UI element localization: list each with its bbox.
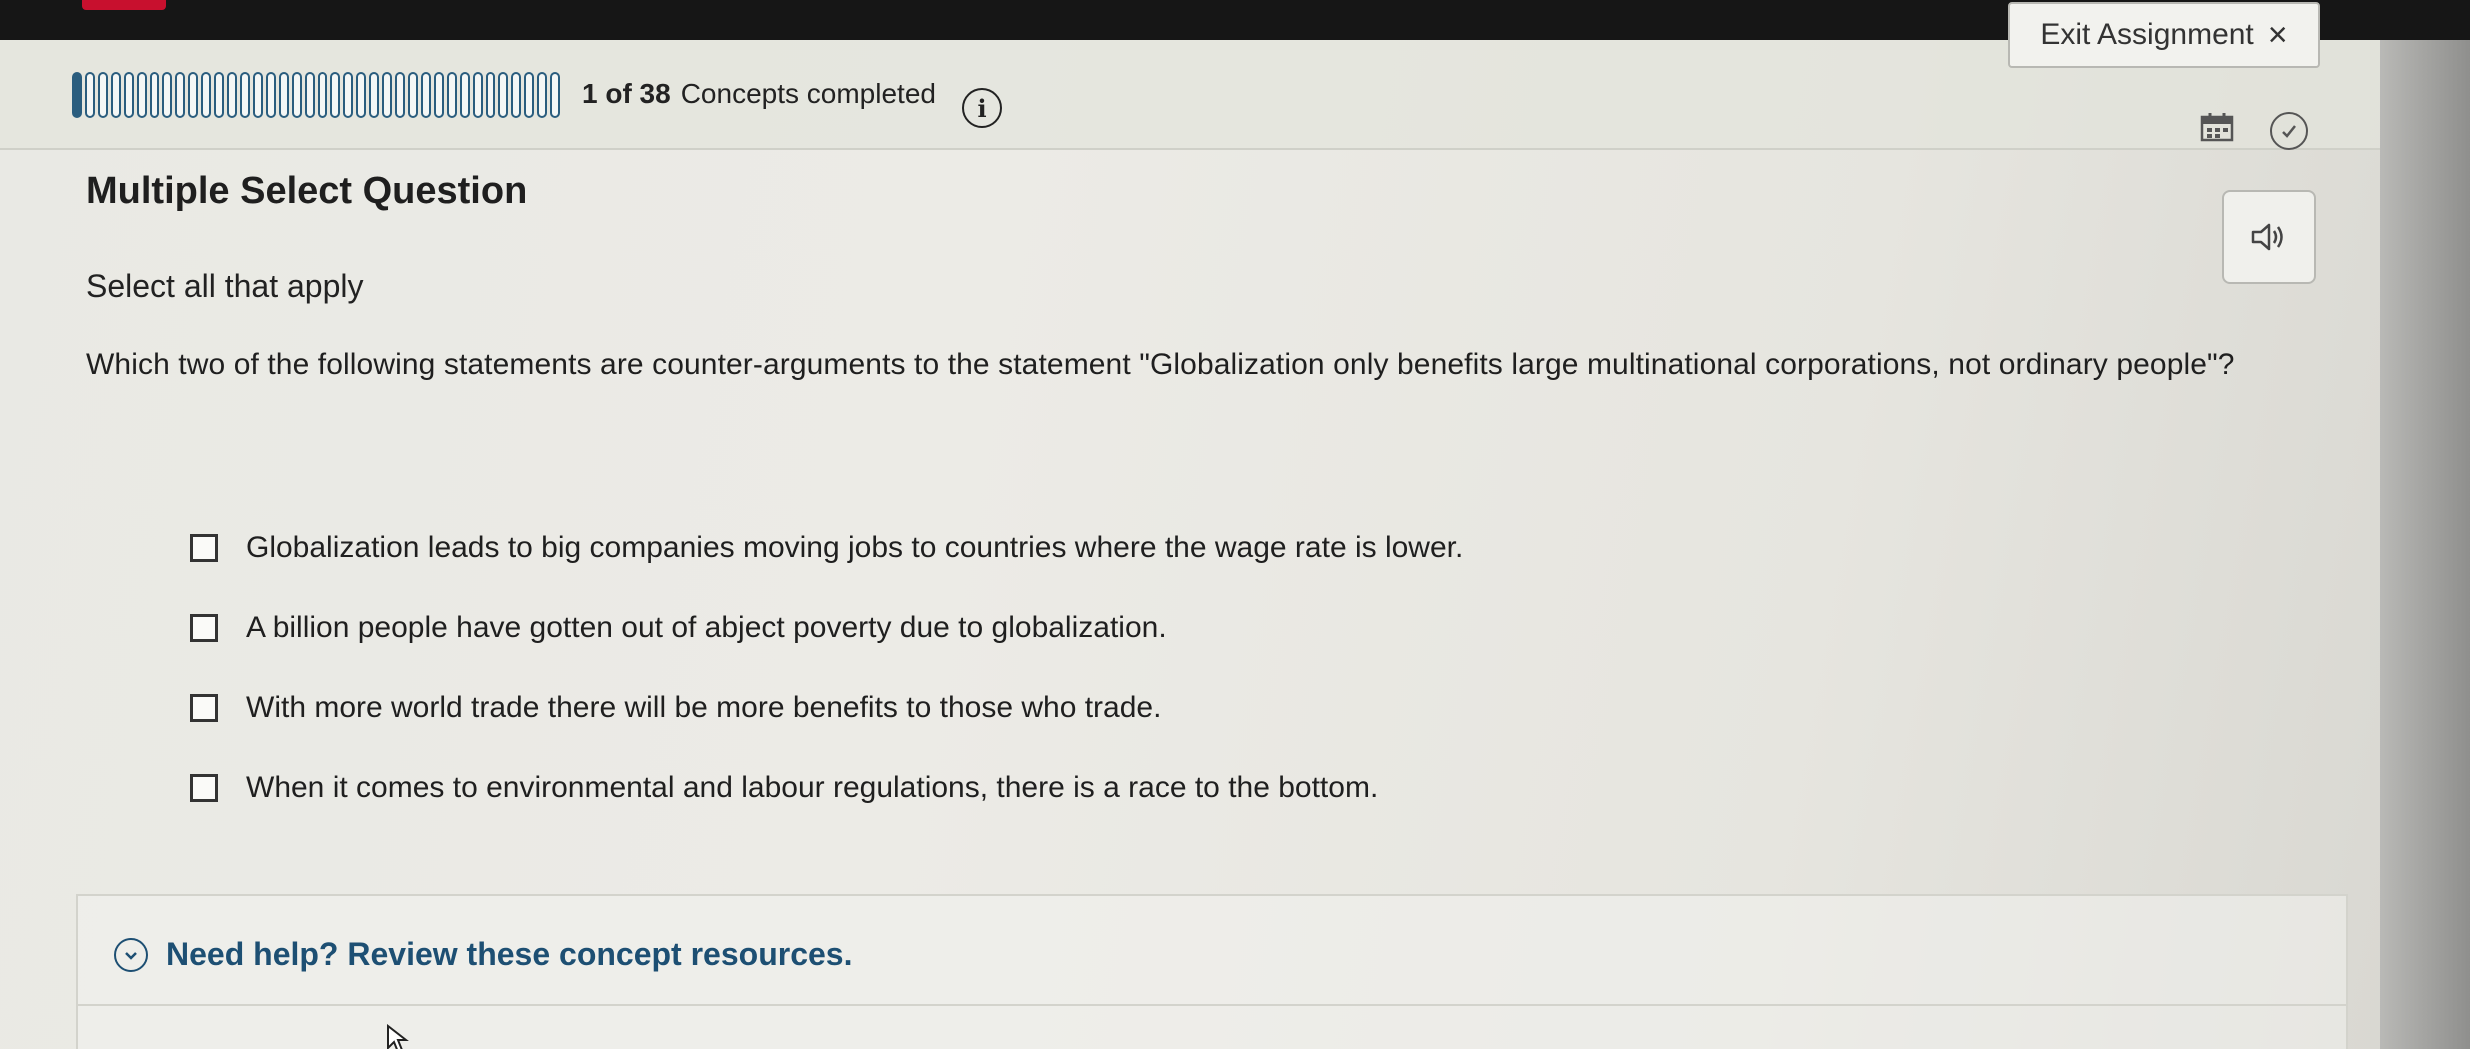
exit-assignment-label: Exit Assignment — [2040, 18, 2254, 51]
info-glyph: i — [977, 93, 987, 123]
close-icon: × — [2267, 16, 2288, 54]
option-checkbox[interactable] — [190, 614, 218, 642]
progress-segment — [395, 72, 405, 118]
progress-segment — [214, 72, 225, 118]
answer-option[interactable]: Globalization leads to big companies mov… — [190, 508, 1463, 588]
answer-option[interactable]: When it comes to environmental and labou… — [190, 748, 1463, 828]
progress-segment — [188, 72, 199, 118]
progress-segment — [175, 72, 186, 118]
chevron-down-icon — [114, 937, 148, 972]
option-checkbox[interactable] — [190, 534, 218, 562]
progress-count: 1 of 38 — [582, 78, 671, 109]
progress-segment — [123, 72, 134, 118]
option-label[interactable]: With more world trade there will be more… — [246, 691, 1161, 725]
concept-progress-bar — [72, 72, 561, 118]
mouse-cursor-icon — [387, 1024, 409, 1049]
read-aloud-button[interactable] — [2222, 190, 2316, 284]
progress-segment — [472, 72, 483, 118]
progress-segment — [485, 72, 496, 118]
progress-segment — [550, 72, 561, 118]
progress-segment — [239, 72, 250, 118]
progress-segment — [343, 72, 354, 118]
info-icon[interactable]: i — [962, 88, 1002, 128]
option-label[interactable]: When it comes to environmental and labou… — [246, 771, 1378, 805]
speaker-icon — [2251, 223, 2283, 251]
answer-option[interactable]: With more world trade there will be more… — [190, 668, 1463, 748]
progress-segment — [291, 72, 302, 118]
help-divider — [78, 1004, 2346, 1006]
progress-segment — [459, 72, 470, 118]
question-prompt: Which two of the following statements ar… — [86, 348, 2235, 381]
progress-segment — [72, 72, 82, 118]
progress-segment — [382, 72, 393, 118]
screen-edge — [2380, 40, 2470, 1049]
progress-segment — [265, 72, 276, 118]
check-circle-icon[interactable] — [2270, 112, 2308, 150]
help-panel: Need help? Review these concept resource… — [76, 894, 2348, 1049]
progress-segment — [162, 72, 173, 118]
progress-segment — [252, 72, 263, 118]
progress-segment — [537, 72, 548, 118]
exit-assignment-button[interactable]: Exit Assignment × — [2008, 2, 2320, 68]
progress-segment — [317, 72, 328, 118]
progress-segment — [420, 72, 431, 118]
progress-segment — [511, 72, 522, 118]
progress-segment — [304, 72, 315, 118]
option-checkbox[interactable] — [190, 774, 218, 802]
progress-segment — [97, 72, 108, 118]
progress-label: Concepts completed — [680, 78, 936, 109]
progress-segment — [84, 72, 95, 118]
progress-segment — [278, 72, 289, 118]
progress-segment — [369, 72, 380, 118]
progress-segment — [498, 72, 509, 118]
calendar-icon[interactable] — [2200, 112, 2234, 142]
answer-options: Globalization leads to big companies mov… — [190, 508, 1463, 828]
progress-segment — [407, 72, 418, 118]
brand-logo — [82, 0, 166, 10]
option-checkbox[interactable] — [190, 694, 218, 722]
answer-option[interactable]: A billion people have gotten out of abje… — [190, 588, 1463, 668]
progress-status: 1 of 38 Concepts completed — [582, 78, 936, 110]
progress-segment — [136, 72, 147, 118]
progress-segment — [356, 72, 367, 118]
help-resources-toggle[interactable]: Need help? Review these concept resource… — [114, 936, 852, 973]
progress-segment — [149, 72, 160, 118]
progress-segment — [446, 72, 457, 118]
progress-segment — [524, 72, 535, 118]
option-label[interactable]: Globalization leads to big companies mov… — [246, 531, 1463, 565]
help-resources-label: Need help? Review these concept resource… — [166, 936, 853, 972]
progress-segment — [330, 72, 341, 118]
option-label[interactable]: A billion people have gotten out of abje… — [246, 611, 1167, 645]
question-instruction: Select all that apply — [86, 268, 364, 304]
progress-segment — [227, 72, 237, 118]
question-type-heading: Multiple Select Question — [86, 170, 528, 212]
progress-segment — [110, 72, 121, 118]
progress-segment — [433, 72, 444, 118]
progress-segment — [201, 72, 212, 118]
